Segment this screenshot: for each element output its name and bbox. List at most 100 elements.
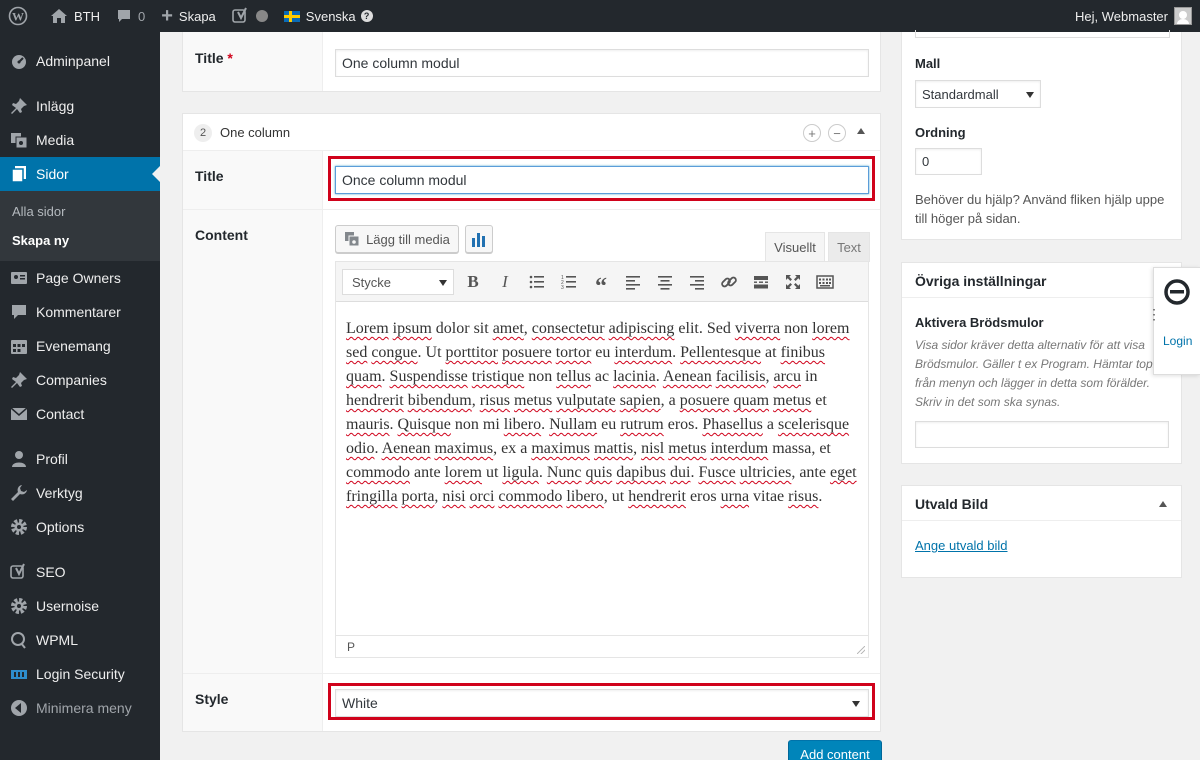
sidebar-item-adminpanel[interactable]: Adminpanel — [0, 44, 160, 78]
bar-chart-icon — [470, 230, 488, 248]
sidebar-item-contact[interactable]: Contact — [0, 397, 160, 431]
minus-icon: − — [833, 125, 841, 141]
resize-handle-icon[interactable] — [857, 646, 865, 654]
featured-image-header[interactable]: Utvald Bild — [902, 486, 1181, 521]
content-word: Nunc — [546, 464, 582, 481]
content-word: maximus — [531, 440, 590, 457]
order-input[interactable]: 0 — [915, 148, 982, 175]
login-label: Login — [1163, 334, 1193, 348]
insert-link-button[interactable] — [715, 268, 743, 296]
content-word: finibus — [780, 344, 826, 361]
insert-chart-button[interactable] — [465, 225, 493, 253]
sidebar-collapse-menu[interactable]: Minimera meny — [0, 691, 160, 725]
wordpress-logo-button[interactable]: W — [0, 0, 42, 32]
bold-button[interactable]: B — [459, 268, 487, 296]
template-select[interactable]: Standardmall — [915, 80, 1041, 108]
content-word: in — [805, 368, 818, 385]
site-name-link[interactable]: BTH — [42, 0, 108, 32]
content-word: non — [784, 320, 809, 337]
add-row-button[interactable]: + — [803, 124, 821, 142]
content-word: ipsum — [392, 320, 432, 337]
element-path[interactable]: P — [347, 640, 355, 654]
editor-content[interactable]: Lorem ipsum dolor sit amet, consectetur … — [346, 317, 860, 509]
tab-text[interactable]: Text — [828, 232, 870, 262]
sidebar-item-wpml[interactable]: WPML — [0, 623, 160, 657]
bullet-list-button[interactable] — [523, 268, 551, 296]
module-2-header[interactable]: 2 One column + − — [183, 114, 880, 151]
sidebar-item-seo[interactable]: SEO — [0, 555, 160, 589]
sidebar-item-verktyg[interactable]: Verktyg — [0, 476, 160, 510]
sidebar-item-label: Minimera meny — [36, 700, 132, 716]
content-word: hendrerit — [346, 392, 404, 409]
template-select-value: Standardmall — [922, 86, 999, 102]
blockquote-button[interactable]: “ — [587, 268, 615, 300]
submenu-all-pages[interactable]: Alla sidor — [0, 197, 160, 226]
sidebar-item-media[interactable]: Media — [0, 123, 160, 157]
bold-icon: B — [467, 272, 479, 291]
sidebar-item-login-security[interactable]: Login Security — [0, 657, 160, 691]
align-right-button[interactable] — [683, 268, 711, 296]
format-select[interactable]: Stycke — [342, 269, 454, 295]
fullscreen-button[interactable] — [779, 268, 807, 296]
add-media-button[interactable]: Lägg till media — [335, 225, 459, 253]
toolbar-toggle-button[interactable] — [811, 268, 839, 296]
my-account-menu[interactable]: Hej, Webmaster — [1075, 7, 1200, 25]
content-word: bibendum, — [407, 392, 476, 409]
sidebar-item-companies[interactable]: Companies — [0, 363, 160, 397]
italic-icon: I — [502, 272, 508, 291]
sidebar-item-usernoise[interactable]: Usernoise — [0, 589, 160, 623]
module-2-name: One column — [220, 125, 291, 140]
numbered-list-button[interactable]: 123 — [555, 268, 583, 296]
align-center-icon — [658, 276, 672, 290]
sidebar-item-profil[interactable]: Profil — [0, 442, 160, 476]
order-label: Ordning — [915, 125, 966, 140]
align-left-button[interactable] — [619, 268, 647, 296]
content-word: eu — [601, 416, 617, 433]
parent-select-partial[interactable] — [915, 30, 1170, 38]
add-content-button[interactable]: Add content — [788, 740, 882, 760]
content-word: Pellentesque — [680, 344, 762, 361]
align-center-button[interactable] — [651, 268, 679, 296]
required-mark: * — [227, 50, 233, 66]
other-settings-header[interactable]: Övriga inställningar — [902, 263, 1181, 298]
dropdown-arrow-icon — [1026, 92, 1034, 98]
sidebar-item-page-owners[interactable]: Page Owners — [0, 261, 160, 295]
content-word: tortor — [555, 344, 592, 361]
login-widget[interactable]: Login ⋮ — [1147, 267, 1200, 375]
sidebar-item-label: Profil — [36, 451, 68, 467]
add-content-label: Add content — [800, 746, 870, 760]
plus-icon: + — [161, 4, 173, 27]
set-featured-image-link[interactable]: Ange utvald bild — [915, 538, 1008, 553]
comment-bubble-icon — [116, 8, 132, 24]
order-value: 0 — [922, 154, 930, 169]
sidebar-item-label: Contact — [36, 406, 85, 422]
sidebar-item-sidor[interactable]: Sidor — [0, 157, 160, 191]
pages-submenu: Alla sidor Skapa ny — [0, 191, 160, 261]
content-word: posuere — [679, 392, 730, 409]
sidebar-item-kommentarer[interactable]: Kommentarer — [0, 295, 160, 329]
remove-row-button[interactable]: − — [828, 124, 846, 142]
new-content-link[interactable]: + Skapa — [153, 0, 224, 32]
submenu-add-new[interactable]: Skapa ny — [0, 226, 160, 255]
triangle-up-icon — [857, 128, 865, 134]
tab-visual[interactable]: Visuellt — [765, 232, 825, 262]
sidebar-item-evenemang[interactable]: Evenemang — [0, 329, 160, 363]
yoast-seo-link[interactable] — [224, 0, 276, 32]
content-word: risus. — [788, 488, 823, 505]
comments-link[interactable]: 0 — [108, 0, 153, 32]
avatar — [1174, 7, 1192, 25]
kebab-menu-icon[interactable]: ⋮ — [1147, 307, 1161, 321]
language-switcher[interactable]: Svenska ? — [276, 0, 381, 32]
highlight-style-box — [328, 683, 875, 720]
content-word: viverra — [734, 320, 781, 337]
content-word: scelerisque — [777, 416, 850, 433]
italic-button[interactable]: I — [491, 268, 519, 296]
module-1-title-input[interactable]: One column modul — [335, 49, 869, 77]
read-more-button[interactable] — [747, 268, 775, 296]
content-word: Phasellus — [702, 416, 763, 433]
sidebar-item-options[interactable]: Options — [0, 510, 160, 544]
sidebar-item-inlagg[interactable]: Inlägg — [0, 89, 160, 123]
collapse-toggle-button[interactable] — [857, 128, 865, 134]
breadcrumbs-input[interactable] — [915, 421, 1169, 448]
sidebar-item-label: Adminpanel — [36, 53, 110, 69]
